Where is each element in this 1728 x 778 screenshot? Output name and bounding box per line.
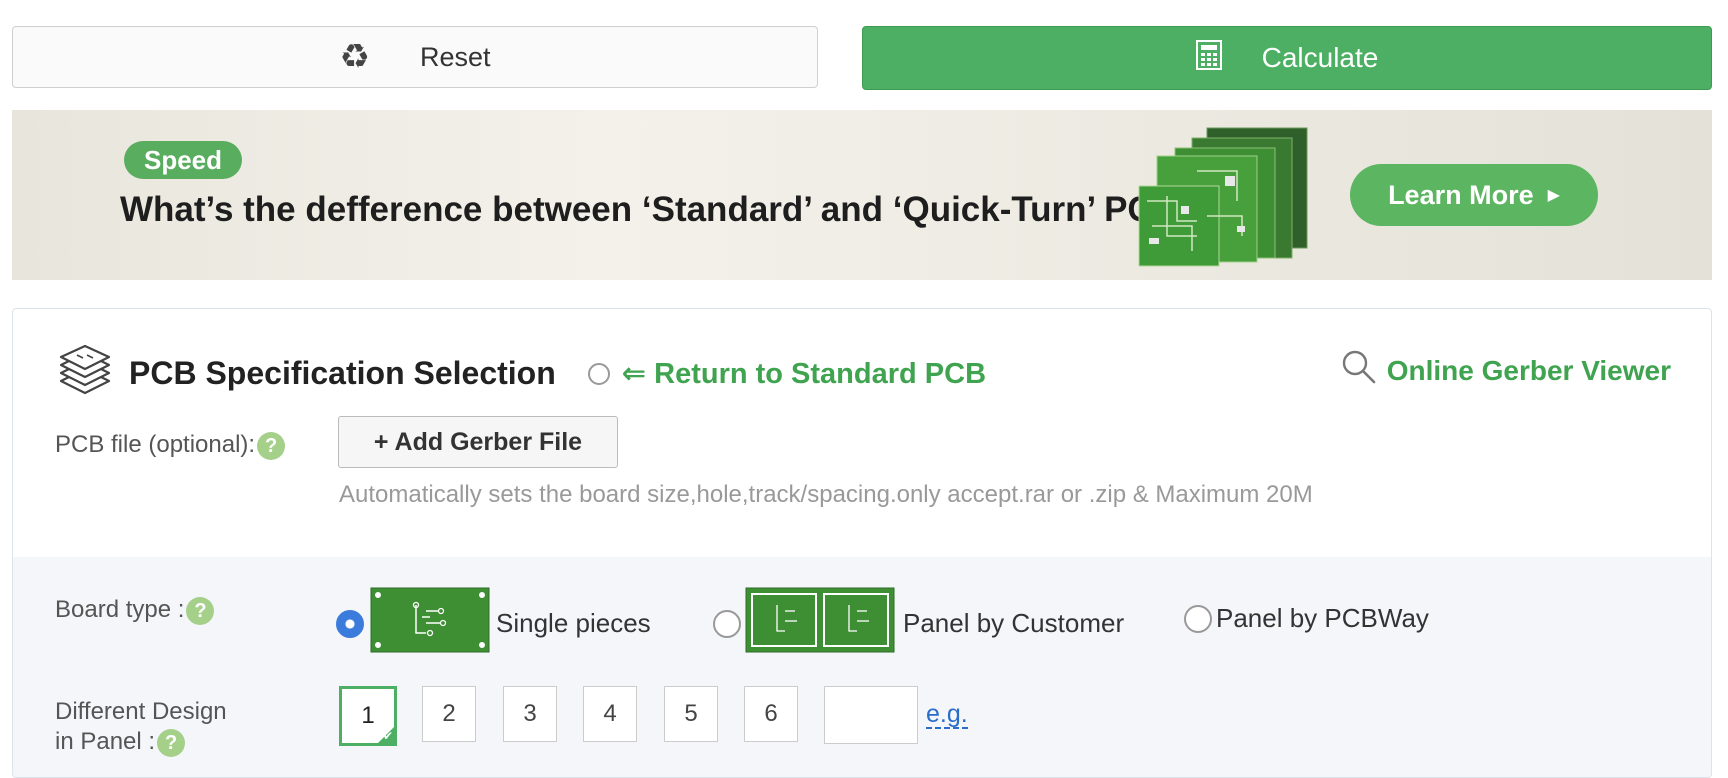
- gerber-hint-text: Automatically sets the board size,hole,t…: [339, 481, 1313, 508]
- design-option-label: 1: [361, 702, 375, 729]
- return-radio[interactable]: [587, 362, 610, 385]
- promo-banner[interactable]: Speed What’s the defference between ‘Sta…: [12, 110, 1712, 280]
- design-option-4[interactable]: 4: [583, 686, 637, 742]
- calculate-label: Calculate: [1261, 42, 1379, 73]
- help-icon[interactable]: ?: [257, 431, 286, 460]
- design-option-6[interactable]: 6: [744, 686, 798, 742]
- reset-button[interactable]: ♻ Reset: [12, 26, 818, 88]
- single-pieces-label: Single pieces: [496, 608, 651, 638]
- pcb-boards-image: [1137, 126, 1337, 270]
- pcb-file-label-row: PCB file (optional):?: [55, 431, 286, 460]
- return-label: ⇐ Return to Standard PCB: [621, 358, 987, 390]
- design-label-row: Different Design in Panel :?: [55, 697, 227, 757]
- pcb-spec-panel: PCB Specification Selection ⇐ Return to …: [12, 308, 1712, 778]
- reset-label: Reset: [419, 41, 491, 72]
- online-gerber-viewer-link[interactable]: Online Gerber Viewer: [1341, 349, 1671, 392]
- return-standard-pcb-link[interactable]: ⇐ Return to Standard PCB: [587, 356, 987, 391]
- single-board-icon: [370, 587, 490, 660]
- action-bar: ♻ Reset Calculate: [12, 26, 1712, 90]
- design-label-line2: in Panel :: [55, 728, 156, 755]
- learn-more-button[interactable]: Learn More ▶: [1350, 164, 1598, 226]
- gerber-viewer-label: Online Gerber Viewer: [1386, 354, 1671, 386]
- page-title: PCB Specification Selection: [129, 355, 556, 391]
- layers-icon: [57, 344, 113, 402]
- panel-pcbway-radio[interactable]: [1184, 604, 1212, 633]
- design-label-line1: Different Design: [55, 698, 227, 725]
- panel-pcbway-label: Panel by PCBWay: [1216, 603, 1429, 633]
- board-type-panel-pcbway[interactable]: Panel by PCBWay: [1184, 603, 1429, 634]
- example-link[interactable]: e.g.: [926, 701, 968, 729]
- board-type-label-row: Board type :?: [55, 596, 215, 625]
- banner-title: What’s the defference between ‘Standard’…: [120, 190, 1178, 229]
- single-pieces-radio[interactable]: [336, 609, 364, 638]
- board-type-single[interactable]: Single pieces: [336, 587, 651, 660]
- panel-board-icon: [745, 587, 895, 660]
- calculator-icon: [1195, 39, 1222, 77]
- check-icon: ✔: [382, 729, 393, 743]
- help-icon[interactable]: ?: [186, 596, 215, 625]
- pcb-file-label: PCB file (optional):: [55, 431, 256, 458]
- board-type-label: Board type :: [55, 596, 185, 623]
- design-option-3[interactable]: 3: [503, 686, 557, 742]
- add-gerber-file-button[interactable]: + Add Gerber File: [338, 416, 618, 468]
- search-icon: [1341, 349, 1377, 392]
- board-type-panel-customer[interactable]: Panel by Customer: [713, 587, 1124, 660]
- panel-customer-label: Panel by Customer: [903, 608, 1125, 638]
- panel-customer-radio[interactable]: [713, 609, 741, 638]
- calculate-button[interactable]: Calculate: [862, 26, 1712, 90]
- recycle-icon: ♻: [339, 38, 370, 76]
- learn-more-label: Learn More: [1388, 179, 1534, 210]
- design-option-5[interactable]: 5: [664, 686, 718, 742]
- design-option-1[interactable]: 1 ✔: [339, 686, 397, 746]
- speed-tag: Speed: [124, 141, 243, 179]
- help-icon[interactable]: ?: [157, 728, 186, 757]
- spec-header: PCB Specification Selection ⇐ Return to …: [57, 344, 987, 402]
- play-arrow-icon: ▶: [1547, 187, 1560, 204]
- design-option-2[interactable]: 2: [422, 686, 476, 742]
- design-custom-input[interactable]: [824, 686, 918, 744]
